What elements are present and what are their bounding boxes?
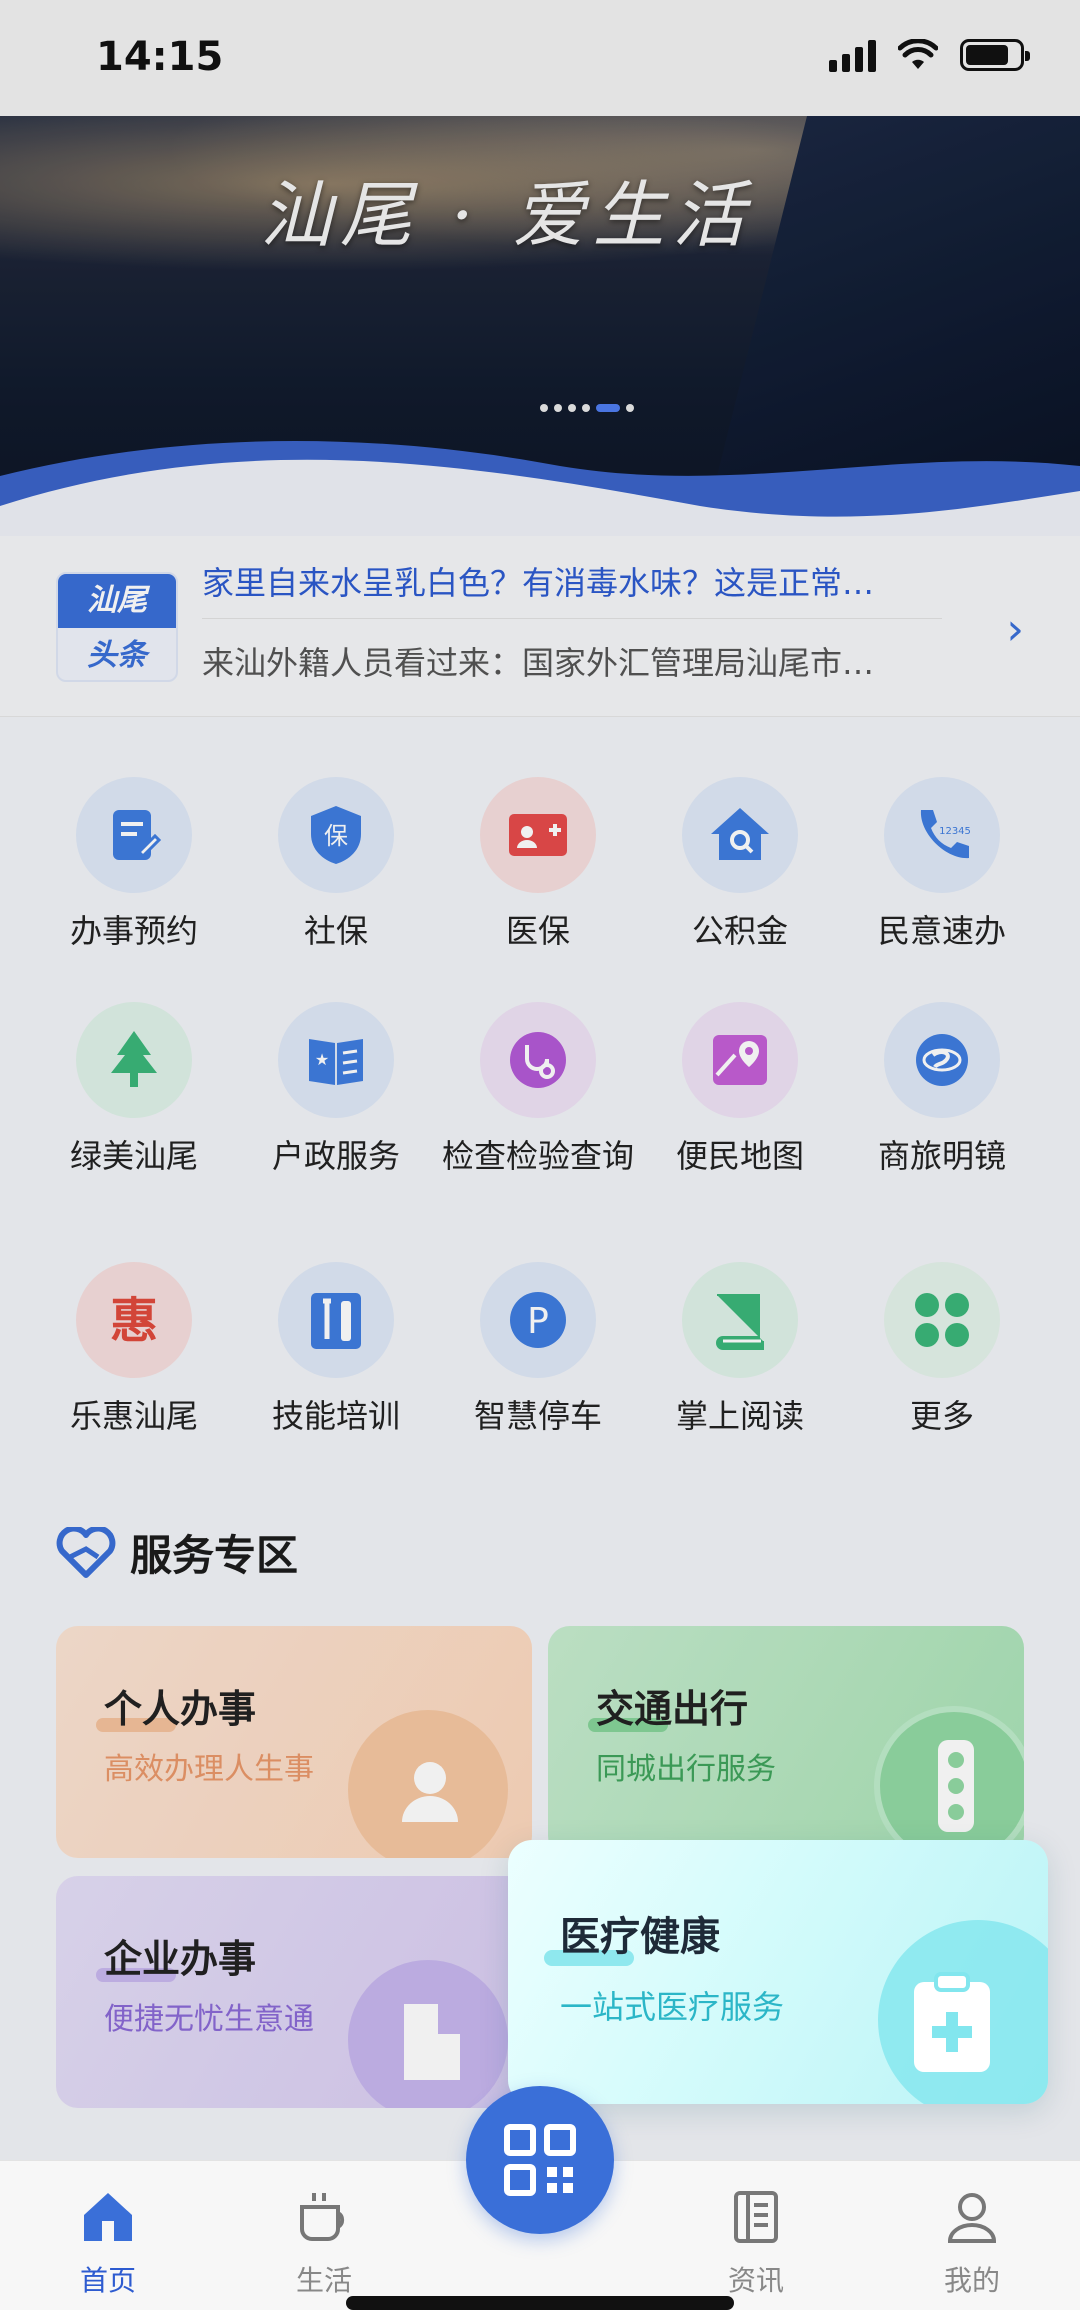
- status-icons: [829, 38, 1030, 72]
- status-bar: 14:15: [0, 0, 1080, 116]
- grid-item-12[interactable]: 技能培训: [236, 1262, 436, 1436]
- user-icon: [947, 2193, 997, 2243]
- grid-item-label: 公积金: [691, 912, 788, 950]
- stethoscope-icon: [480, 1002, 596, 1118]
- grid-item-label: 社保: [303, 912, 368, 950]
- grid-item-9[interactable]: 便民地图: [640, 1002, 840, 1176]
- svg-text:★: ★: [315, 1050, 329, 1069]
- grid-item-label: 商旅明镜: [877, 1137, 1006, 1175]
- status-time: 14:15: [96, 34, 224, 80]
- grid-item-10[interactable]: 商旅明镜: [842, 1002, 1042, 1176]
- wifi-icon: [898, 39, 938, 69]
- book-icon: [682, 1262, 798, 1378]
- card-medical-health[interactable]: 医疗健康 一站式医疗服务: [508, 1840, 1048, 2104]
- grid-item-8[interactable]: 检查检验查询: [438, 1002, 638, 1176]
- svg-text:P: P: [527, 1301, 549, 1342]
- grid-item-13[interactable]: P 智慧停车: [438, 1262, 638, 1436]
- id-book-icon: ★: [278, 1002, 394, 1118]
- nav-home[interactable]: 首页: [38, 2187, 178, 2299]
- home-indicator: [346, 2296, 734, 2310]
- grid-item-7[interactable]: ★ 户政服务: [236, 1002, 436, 1176]
- grid-item-label: 办事预约: [69, 912, 198, 950]
- grid-item-3[interactable]: 医保: [438, 777, 638, 951]
- grid-item-15[interactable]: 更多: [842, 1262, 1042, 1436]
- svg-text:12345: 12345: [939, 826, 971, 837]
- card-personal-affairs[interactable]: 个人办事 高效办理人生事: [56, 1626, 532, 1858]
- medical-card-subtitle: 一站式医疗服务: [560, 1988, 785, 2026]
- parking-icon: P: [480, 1262, 596, 1378]
- svg-text:惠: 惠: [110, 1293, 158, 1349]
- banner-slogan: 汕尾 · 爱生活: [260, 173, 753, 257]
- service-section-header: 服务专区: [56, 1522, 298, 1583]
- grid-item-label: 便民地图: [675, 1137, 804, 1175]
- grid-item-label: 掌上阅读: [675, 1397, 804, 1435]
- grid-item-label: 乐惠汕尾: [69, 1397, 198, 1435]
- grid-item-label: 民意速办: [877, 912, 1006, 950]
- medical-clipboard-icon: [914, 1972, 990, 2072]
- shield-icon: 保: [278, 777, 394, 893]
- chevron-right-icon[interactable]: ›: [1006, 604, 1024, 655]
- grid-item-1[interactable]: 办事预约: [34, 777, 234, 951]
- qr-code-scan-icon: [504, 2124, 576, 2196]
- building-icon: [404, 2004, 460, 2080]
- news-bar[interactable]: 汕尾 头条 家里自来水呈乳白色？有消毒水味？这是正常… 来汕外籍人员看过来：国家…: [0, 536, 1080, 716]
- grid-item-5[interactable]: 12345 民意速办: [842, 777, 1042, 951]
- grid-item-label: 检查检验查询: [441, 1137, 634, 1175]
- medical-card-title: 医疗健康: [560, 1914, 720, 1960]
- service-section-title: 服务专区: [130, 1531, 299, 1580]
- banner-wave: [0, 441, 1080, 536]
- news-headline-1[interactable]: 家里自来水呈乳白色？有消毒水味？这是正常…: [202, 558, 874, 604]
- card-enterprise-affairs[interactable]: 企业办事 便捷无忧生意通: [56, 1876, 532, 2108]
- toolbox-icon: [278, 1262, 394, 1378]
- battery-icon: [960, 39, 1030, 71]
- grid-item-label: 智慧停车: [473, 1397, 602, 1435]
- edit-document-icon: [76, 777, 192, 893]
- news-badge: 汕尾 头条: [56, 572, 178, 682]
- person-icon: [402, 1762, 458, 1822]
- signal-icon: [829, 38, 876, 72]
- grid-item-label: 医保: [505, 912, 570, 950]
- globe-icon: [884, 1002, 1000, 1118]
- banner-carousel[interactable]: 汕尾 · 爱生活: [0, 116, 1080, 536]
- news-icon: [734, 2191, 778, 2243]
- grid-item-4[interactable]: 公积金: [640, 777, 840, 951]
- house-icon: [682, 777, 798, 893]
- card-transport[interactable]: 交通出行 同城出行服务: [548, 1626, 1024, 1858]
- tree-icon: [76, 1002, 192, 1118]
- svg-text:保: 保: [324, 822, 348, 850]
- grid-item-14[interactable]: 掌上阅读: [640, 1262, 840, 1436]
- home-icon: [84, 2193, 132, 2241]
- heart-hands-icon: [56, 1526, 116, 1578]
- grid-item-label: 技能培训: [271, 1397, 400, 1435]
- qr-scan-button[interactable]: [466, 2086, 614, 2234]
- nav-news[interactable]: 资讯: [686, 2187, 826, 2299]
- grid-item-label: 更多: [909, 1397, 974, 1435]
- news-headline-2[interactable]: 来汕外籍人员看过来：国家外汇管理局汕尾市…: [202, 638, 874, 684]
- medical-card-icon: [480, 777, 596, 893]
- four-leaf-grid-icon: [884, 1262, 1000, 1378]
- grid-item-6[interactable]: 绿美汕尾: [34, 1002, 234, 1176]
- nav-life[interactable]: 生活: [254, 2187, 394, 2299]
- service-icon-grid: 办事预约保社保 医保 公积金 12345 民意速办 绿美汕尾 ★ 户政服务 检查检验查询 便民地图…: [0, 716, 1080, 1436]
- grid-item-2[interactable]: 保社保: [236, 777, 436, 951]
- grid-item-11[interactable]: 惠乐惠汕尾: [34, 1262, 234, 1436]
- grid-item-label: 绿美汕尾: [69, 1137, 198, 1175]
- map-pin-icon: [682, 1002, 798, 1118]
- traffic-light-icon: [938, 1740, 974, 1832]
- nav-mine[interactable]: 我的: [902, 2187, 1042, 2299]
- grid-item-label: 户政服务: [271, 1137, 400, 1175]
- hui-character-icon: 惠: [76, 1262, 192, 1378]
- phone-12345-icon: 12345: [884, 777, 1000, 893]
- coffee-cup-icon: [300, 2193, 345, 2241]
